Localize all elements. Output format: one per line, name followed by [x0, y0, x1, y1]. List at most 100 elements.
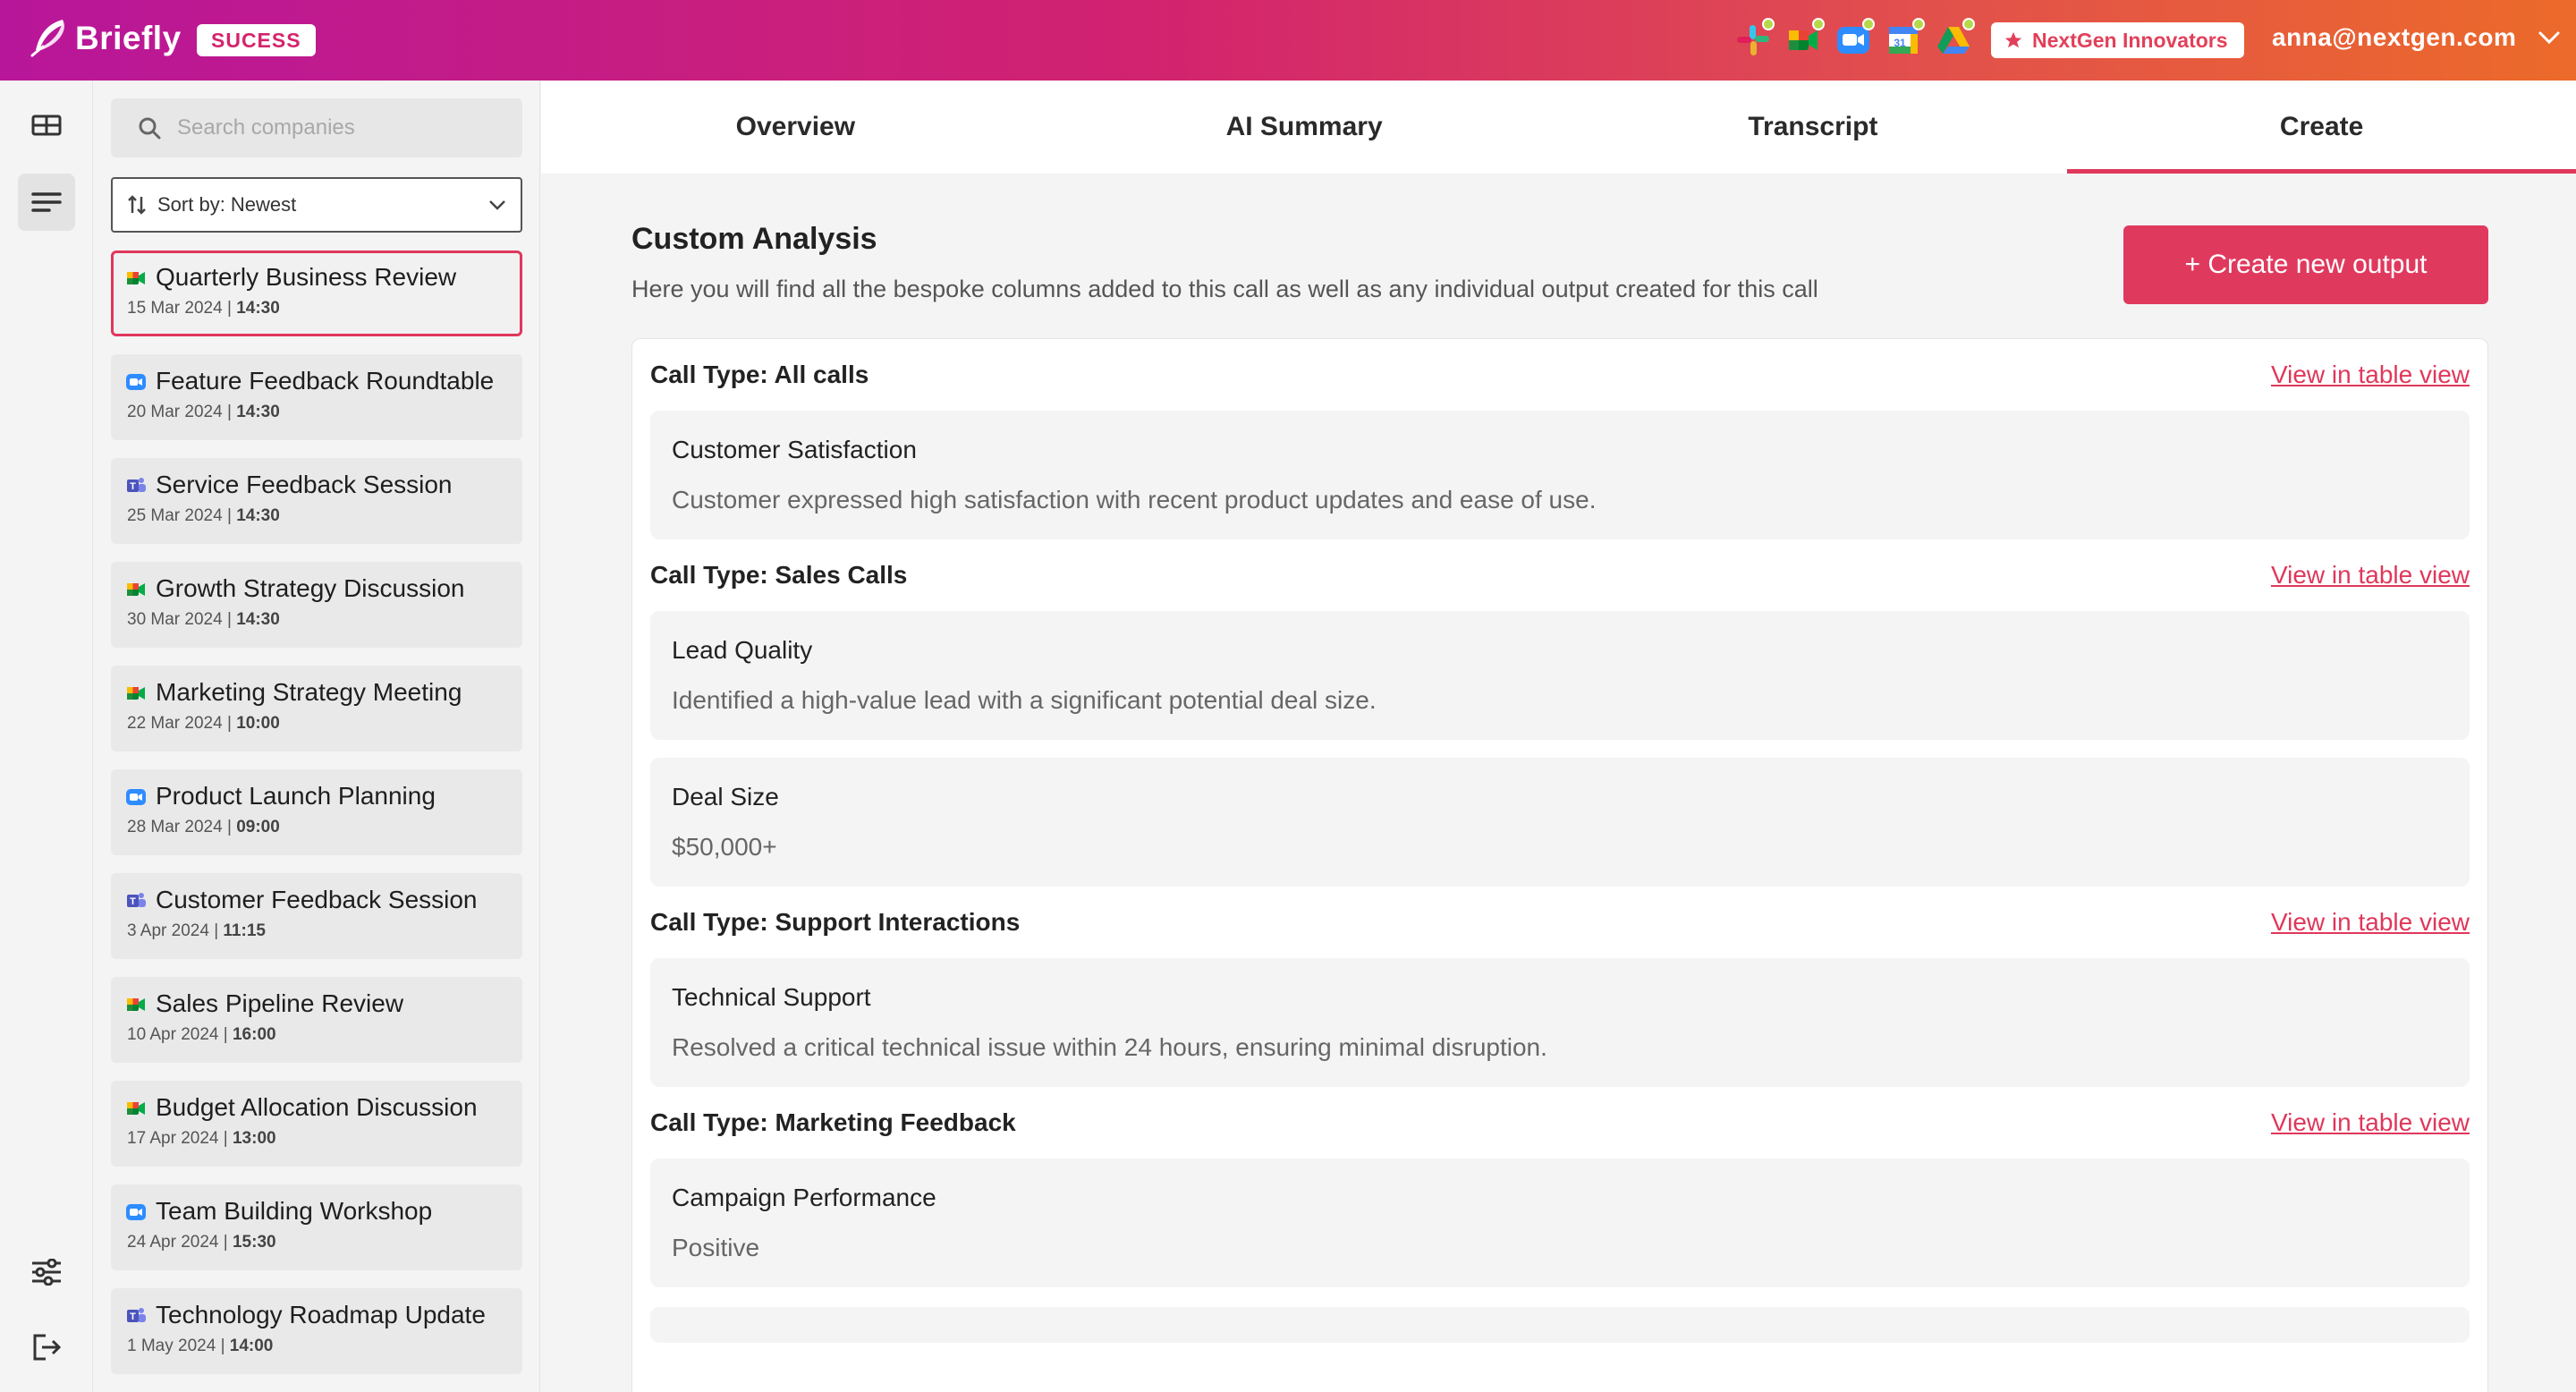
view-in-table-link[interactable]: View in table view	[2271, 1108, 2470, 1137]
analysis-card[interactable]: Deal Size $50,000+	[650, 758, 2470, 887]
call-datetime: 25 Mar 2024 | 14:30	[125, 506, 508, 526]
google-meet-icon[interactable]	[1784, 18, 1825, 59]
calls-sidebar: Sort by: Newest Quarterly Business Revie…	[93, 81, 540, 1392]
call-list-item[interactable]: Feature Feedback Roundtable 20 Mar 2024 |…	[111, 354, 522, 440]
call-title-row: Feature Feedback Roundtable	[125, 367, 508, 395]
call-type-heading: Call Type: Marketing Feedback	[650, 1108, 1016, 1136]
view-in-table-link[interactable]: View in table view	[2271, 908, 2470, 937]
call-datetime: 17 Apr 2024 | 13:00	[125, 1129, 508, 1149]
google-calendar-icon[interactable]: 31	[1884, 18, 1925, 59]
chevron-down-icon	[489, 200, 505, 210]
left-rail	[0, 81, 93, 1392]
call-datetime: 28 Mar 2024 | 09:00	[125, 818, 508, 837]
analysis-card-partial	[650, 1307, 2470, 1343]
list-view-button[interactable]	[18, 174, 75, 231]
analysis-card[interactable]: Technical Support Resolved a critical tec…	[650, 958, 2470, 1087]
search-box[interactable]	[111, 98, 522, 157]
google-drive-icon[interactable]	[1934, 18, 1975, 59]
analysis-field-name: Customer Satisfaction	[672, 436, 917, 463]
tab-transcript[interactable]: Transcript	[1559, 81, 2068, 174]
feather-logo-icon	[30, 20, 64, 57]
call-list-item[interactable]: Team Building Workshop 24 Apr 2024 | 15:3…	[111, 1184, 522, 1270]
call-list-item[interactable]: Marketing Strategy Meeting 22 Mar 2024 | …	[111, 666, 522, 751]
analysis-field-name: Technical Support	[672, 983, 871, 1011]
call-list-item[interactable]: T Customer Feedback Session 3 Apr 2024 | 1…	[111, 873, 522, 959]
call-title-row: Team Building Workshop	[125, 1197, 508, 1226]
search-input[interactable]	[177, 115, 499, 140]
call-time: 14:30	[236, 403, 280, 421]
analysis-field-name: Campaign Performance	[672, 1184, 936, 1211]
analysis-card[interactable]: Lead Quality Identified a high-value lead…	[650, 611, 2470, 740]
custom-analysis-panel: Call Type: All calls View in table view Cu…	[631, 338, 2488, 1392]
tab-ai-summary[interactable]: AI Summary	[1050, 81, 1559, 174]
call-title: Sales Pipeline Review	[156, 989, 404, 1017]
google-meet-icon	[125, 267, 147, 288]
teams-icon: T	[125, 474, 147, 496]
call-title: Feature Feedback Roundtable	[156, 367, 495, 395]
call-title-row: T Customer Feedback Session	[125, 886, 508, 914]
view-in-table-link[interactable]: View in table view	[2271, 561, 2470, 590]
status-badge: SUCESS	[197, 24, 316, 56]
call-time: 11:15	[223, 921, 266, 940]
call-list-item[interactable]: T Technology Roadmap Update 1 May 2024 | 1…	[111, 1288, 522, 1374]
table-view-button[interactable]	[18, 97, 75, 154]
zoom-icon	[125, 1201, 147, 1222]
call-datetime: 20 Mar 2024 | 14:30	[125, 403, 508, 422]
tab-bar: Overview AI Summary Transcript Create	[541, 81, 2576, 174]
call-type-group-header: Call Type: All calls View in table view	[650, 339, 2470, 411]
view-in-table-link[interactable]: View in table view	[2271, 361, 2470, 389]
org-selector[interactable]: NextGen Innovators	[1991, 22, 2244, 58]
call-datetime: 3 Apr 2024 | 11:15	[125, 921, 508, 941]
call-time: 10:00	[236, 714, 280, 733]
logout-icon	[33, 1334, 62, 1361]
tab-create[interactable]: Create	[2067, 81, 2576, 174]
call-time: 14:30	[236, 506, 280, 525]
tab-overview[interactable]: Overview	[541, 81, 1050, 174]
user-email: anna@nextgen.com	[2272, 23, 2517, 51]
call-title-row: Quarterly Business Review	[125, 263, 508, 292]
call-list-item[interactable]: Budget Allocation Discussion 17 Apr 2024 …	[111, 1081, 522, 1167]
user-menu[interactable]: anna@nextgen.com	[2272, 23, 2561, 52]
call-date: 24 Apr 2024 |	[127, 1233, 233, 1252]
call-title: Growth Strategy Discussion	[156, 574, 465, 602]
call-time: 16:00	[232, 1025, 276, 1044]
zoom-icon[interactable]	[1834, 18, 1875, 59]
teams-icon: T	[125, 889, 147, 911]
call-type-heading: Call Type: Support Interactions	[650, 908, 1021, 936]
page-title: Custom Analysis	[631, 222, 877, 256]
call-title: Quarterly Business Review	[156, 263, 457, 291]
analysis-card[interactable]: Customer Satisfaction Customer expressed …	[650, 411, 2470, 539]
call-list: Quarterly Business Review 15 Mar 2024 | 1…	[111, 250, 522, 1392]
call-list-item[interactable]: T Service Feedback Session 25 Mar 2024 | 1…	[111, 458, 522, 544]
main-content: Overview AI Summary Transcript Create Custo…	[541, 81, 2576, 1392]
call-title-row: Sales Pipeline Review	[125, 989, 508, 1018]
analysis-field-value: Customer expressed high satisfaction wit…	[672, 486, 1597, 514]
create-new-output-button[interactable]: + Create new output	[2123, 225, 2488, 304]
call-title: Service Feedback Session	[156, 471, 453, 498]
logout-button[interactable]	[18, 1319, 75, 1376]
zoom-icon	[125, 370, 147, 392]
call-time: 13:00	[232, 1129, 276, 1148]
google-meet-icon	[125, 578, 147, 599]
sort-arrows-icon	[128, 195, 146, 215]
sort-dropdown[interactable]: Sort by: Newest	[111, 177, 522, 233]
call-title: Budget Allocation Discussion	[156, 1093, 478, 1121]
list-icon	[31, 192, 62, 212]
settings-button[interactable]	[18, 1243, 75, 1301]
app-logo[interactable]: Briefly	[27, 16, 182, 61]
call-time: 14:00	[229, 1337, 274, 1355]
call-list-item[interactable]: Product Launch Planning 28 Mar 2024 | 09:…	[111, 769, 522, 855]
call-list-item[interactable]: Sales Pipeline Review 10 Apr 2024 | 16:00	[111, 977, 522, 1063]
call-title-row: T Service Feedback Session	[125, 471, 508, 499]
call-list-item[interactable]: Quarterly Business Review 15 Mar 2024 | 1…	[111, 250, 522, 336]
call-datetime: 15 Mar 2024 | 14:30	[125, 299, 508, 318]
call-datetime: 30 Mar 2024 | 14:30	[125, 610, 508, 630]
call-datetime: 24 Apr 2024 | 15:30	[125, 1233, 508, 1252]
call-title: Marketing Strategy Meeting	[156, 678, 462, 706]
analysis-card[interactable]: Campaign Performance Positive	[650, 1159, 2470, 1287]
call-date: 20 Mar 2024 |	[127, 403, 237, 421]
svg-text:T: T	[130, 896, 136, 907]
call-list-item[interactable]: Growth Strategy Discussion 30 Mar 2024 | …	[111, 562, 522, 648]
slack-icon[interactable]	[1733, 18, 1775, 59]
call-time: 09:00	[236, 818, 280, 836]
